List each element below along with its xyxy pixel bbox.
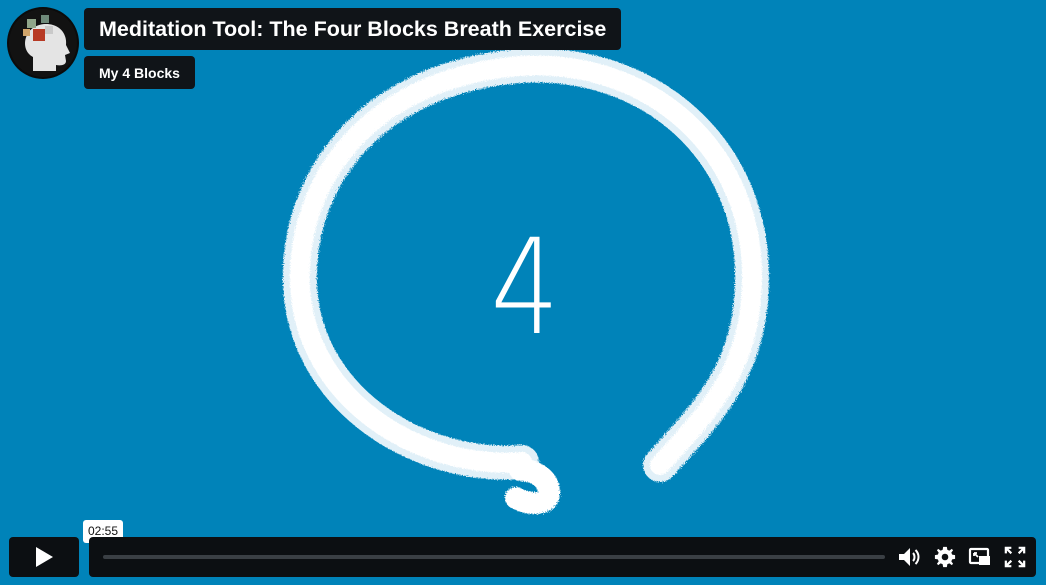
play-icon	[36, 547, 53, 567]
fullscreen-icon	[1004, 546, 1026, 568]
play-button[interactable]	[9, 537, 79, 577]
picture-in-picture-icon	[968, 547, 990, 565]
video-title[interactable]: Meditation Tool: The Four Blocks Breath …	[84, 8, 622, 50]
gear-icon	[934, 546, 956, 568]
progress-bar[interactable]	[103, 555, 885, 559]
fullscreen-button[interactable]	[1003, 545, 1027, 569]
countdown-number: 4	[490, 211, 560, 365]
picture-in-picture-button[interactable]	[968, 545, 992, 569]
head-logo-icon	[9, 9, 77, 77]
channel-avatar[interactable]	[9, 9, 77, 77]
settings-button[interactable]	[933, 545, 957, 569]
video-player[interactable]: 4 Meditation Tool: The Four Blocks Breat…	[0, 0, 1046, 585]
control-bar	[89, 537, 1036, 577]
channel-name[interactable]: My 4 Blocks	[84, 56, 195, 89]
volume-icon	[899, 548, 920, 566]
volume-button[interactable]	[897, 545, 921, 569]
